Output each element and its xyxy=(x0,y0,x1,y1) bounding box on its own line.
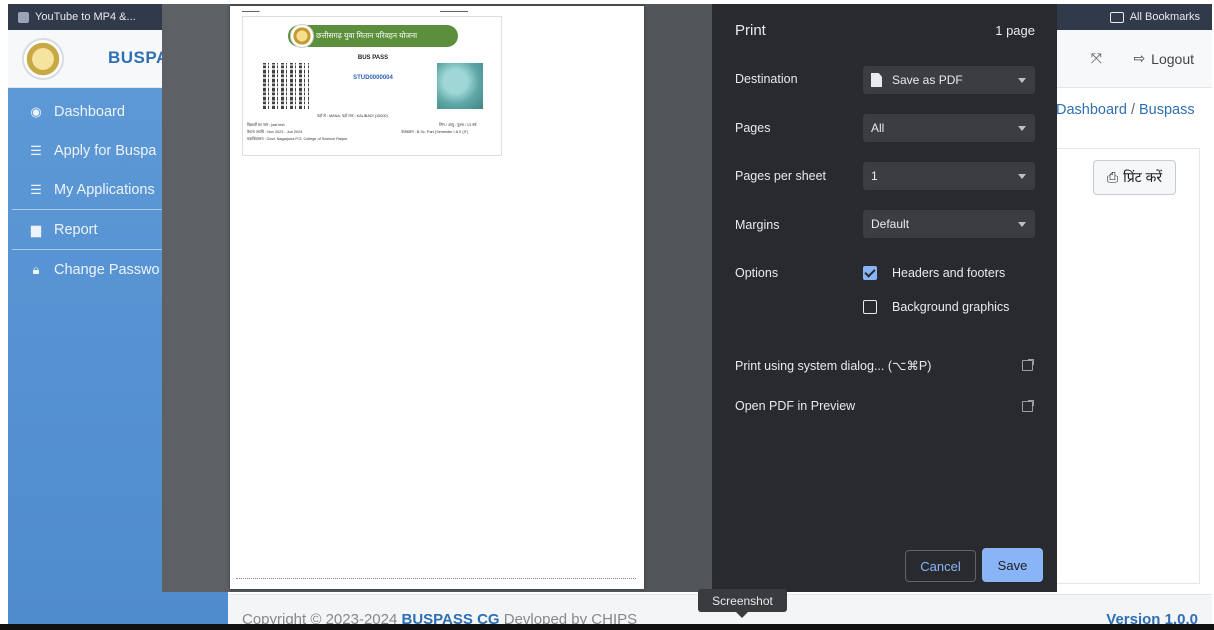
open-external-icon[interactable] xyxy=(1022,400,1034,412)
page-footer-url xyxy=(236,578,636,580)
cancel-button[interactable]: Cancel xyxy=(905,550,976,582)
pdf-document-icon xyxy=(871,73,882,87)
sidebar-item-label: Change Passwo xyxy=(54,261,160,278)
content-card xyxy=(1040,148,1200,584)
margins-select[interactable]: Default xyxy=(863,210,1035,238)
pass-validity: वैधता अवधि : Nov 2023 - Jun 2024 xyxy=(247,130,303,134)
print-page-count: 1 page xyxy=(995,23,1035,38)
screen: YouTube to MP4 &... All Bookmarks BUSPA … xyxy=(0,0,1214,630)
preview-gutter xyxy=(162,4,230,592)
all-bookmarks-button[interactable]: All Bookmarks xyxy=(1109,4,1200,30)
save-button[interactable]: Save xyxy=(982,548,1043,582)
app-brand[interactable]: BUSPA xyxy=(108,48,169,68)
bookmark-label: YouTube to MP4 &... xyxy=(35,11,136,23)
chevron-down-icon xyxy=(1018,174,1026,179)
print-button[interactable]: ⎙ प्रिंट करें xyxy=(1093,160,1176,195)
open-external-icon[interactable] xyxy=(1022,359,1034,371)
print-dialog-title: Print xyxy=(735,22,766,39)
page-header-title: ▬▬▬▬▬▬▬▬ xyxy=(440,9,468,13)
destination-select[interactable]: Save as PDF xyxy=(863,66,1035,94)
all-bookmarks-label: All Bookmarks xyxy=(1129,11,1200,23)
folder-icon xyxy=(1109,11,1124,23)
cg-government-logo xyxy=(22,38,64,80)
breadcrumb-current: Buspass xyxy=(1138,102,1195,118)
sidebar-item-label: Dashboard xyxy=(54,103,125,120)
sidebar-item-label: My Applications xyxy=(54,181,155,198)
chevron-down-icon xyxy=(1018,126,1026,131)
pages-label: Pages xyxy=(735,121,771,135)
margins-label: Margins xyxy=(735,218,780,232)
dashboard-icon: ◉ xyxy=(30,103,42,119)
pass-logo xyxy=(290,24,314,48)
chevron-down-icon xyxy=(1018,78,1026,83)
fullscreen-icon[interactable]: ⤧ xyxy=(1091,50,1102,67)
page-header-date: ▬▬▬▬▬ xyxy=(242,9,260,13)
preview-page: ▬▬▬▬▬ ▬▬▬▬▬▬▬▬ छत्तीसगढ़ युवा मितान परिव… xyxy=(230,6,644,589)
open-pdf-preview-link[interactable]: Open PDF in Preview xyxy=(735,399,855,413)
destination-label: Destination xyxy=(735,72,798,86)
sidebar-item-label: Apply for Buspa xyxy=(54,142,157,159)
pass-college: महाविद्यालय : Govt. Nagarjuna P.G. Colle… xyxy=(247,137,348,141)
pass-course: पाठ्यक्रम : B.Sc. Part (Semester I & II … xyxy=(401,130,469,134)
print-settings-pane: Print 1 page Destination Save as PDF Pag… xyxy=(712,4,1057,592)
bookmark-favicon-icon xyxy=(18,11,29,23)
student-photo xyxy=(437,63,483,109)
sidebar-item-label: Report xyxy=(54,221,98,238)
bookmark-youtube-to-mp4[interactable]: YouTube to MP4 &... xyxy=(8,11,136,23)
pages-per-sheet-value: 1 xyxy=(871,169,878,183)
pass-gender-age: लिंग / आयु : पुरुष / 13 वर्ष xyxy=(439,123,477,127)
file-icon: ▆ xyxy=(31,221,41,237)
destination-value: Save as PDF xyxy=(892,73,963,87)
printer-icon: ⎙ xyxy=(1106,169,1119,185)
margins-value: Default xyxy=(871,217,910,231)
list-icon: ☰ xyxy=(30,181,42,197)
logout-button[interactable]: ⇨ Logout xyxy=(1133,50,1194,67)
pages-select[interactable]: All xyxy=(863,114,1035,142)
breadcrumb-separator: / xyxy=(1130,102,1135,118)
headers-footers-checkbox[interactable] xyxy=(863,266,877,280)
background-graphics-label[interactable]: Background graphics xyxy=(892,300,1009,314)
logout-icon: ⇨ xyxy=(1133,50,1146,66)
pages-value: All xyxy=(871,121,885,135)
logout-label: Logout xyxy=(1151,50,1194,67)
options-label: Options xyxy=(735,266,779,280)
pages-per-sheet-select[interactable]: 1 xyxy=(863,162,1035,190)
print-button-label: प्रिंट करें xyxy=(1123,169,1163,185)
headers-footers-label[interactable]: Headers and footers xyxy=(892,266,1005,280)
bottom-edge xyxy=(0,624,1214,630)
screenshot-tooltip: Screenshot xyxy=(698,589,787,618)
pass-student-name: विद्यार्थी का नाम : jast test xyxy=(247,123,285,127)
pass-title: BUS PASS xyxy=(357,55,389,61)
pages-per-sheet-label: Pages per sheet xyxy=(735,169,827,183)
bus-pass-card: छत्तीसगढ़ युवा मितान परिवहन योजना BUS PA… xyxy=(242,16,502,156)
background-graphics-checkbox[interactable] xyxy=(863,300,877,314)
chevron-down-icon xyxy=(1018,222,1026,227)
qr-code-overlay xyxy=(263,63,309,109)
system-dialog-link[interactable]: Print using system dialog... (⌥⌘P) xyxy=(735,358,931,373)
list-icon: ☰ xyxy=(30,142,42,158)
breadcrumb-dashboard-link[interactable]: Dashboard xyxy=(1056,102,1127,118)
lock-icon: 🔒︎ xyxy=(32,261,40,277)
pass-route: यहाँ से : MANA, यहाँ तक : KALIBADI (1500… xyxy=(317,114,388,118)
breadcrumb: Dashboard / Buspass xyxy=(1056,102,1195,118)
